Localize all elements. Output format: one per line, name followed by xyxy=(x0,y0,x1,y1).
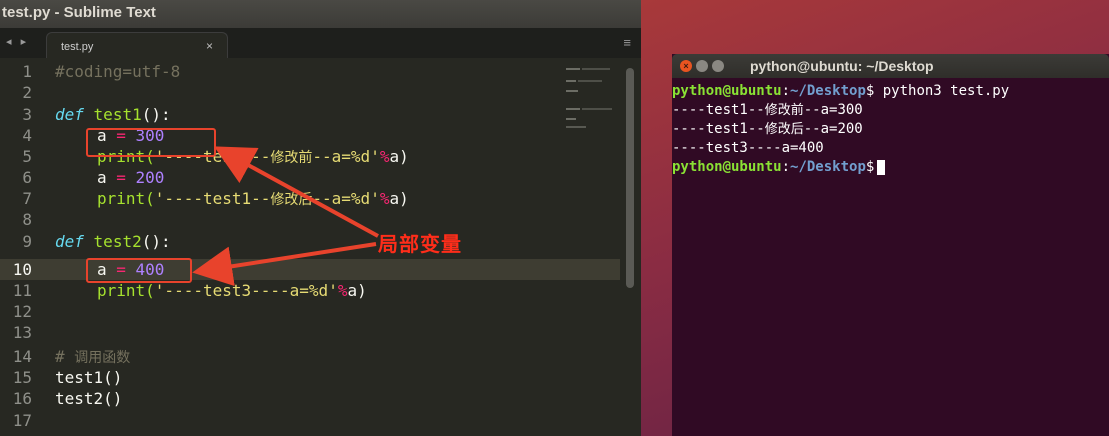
prompt-path: ~/Desktop xyxy=(790,159,866,175)
terminal-title: python@ubuntu: ~/Desktop xyxy=(750,58,934,74)
code-editor[interactable]: 1 2 3 4 5 6 7 8 9 10 11 12 13 14 15 16 1… xyxy=(0,58,641,436)
terminal-line-5: python@ubuntu:~/Desktop$ xyxy=(672,158,886,177)
output-text: 修改前 xyxy=(764,103,804,118)
terminal-window[interactable]: × python@ubuntu: ~/Desktop python@ubuntu… xyxy=(672,54,1109,436)
prompt-user: python@ubuntu xyxy=(672,159,782,175)
minimize-icon[interactable] xyxy=(696,60,708,72)
tab-label: test.py xyxy=(61,41,94,53)
command: $ python3 test.py xyxy=(865,83,1010,99)
output-text: --a=300 xyxy=(803,102,863,118)
terminal-line-1: python@ubuntu:~/Desktop$ python3 test.py xyxy=(672,82,1009,101)
output-text: ----test3----a=400 xyxy=(672,140,824,156)
close-icon[interactable]: × xyxy=(680,60,692,72)
terminal-line-3: ----test1--修改后--a=200 xyxy=(672,120,863,139)
terminal-line-2: ----test1--修改前--a=300 xyxy=(672,101,863,120)
annotation-arrows xyxy=(192,146,379,287)
tab-close-icon[interactable]: × xyxy=(206,39,213,53)
tab-bar: ◂ ▸ test.py × ≡ xyxy=(0,28,641,59)
terminal-line-4: ----test3----a=400 xyxy=(672,139,824,158)
menu-icon[interactable]: ≡ xyxy=(623,35,631,50)
prompt-user: python@ubuntu xyxy=(672,83,782,99)
terminal-titlebar: × python@ubuntu: ~/Desktop xyxy=(672,54,1109,78)
prompt-path: ~/Desktop xyxy=(790,83,866,99)
prompt-sep: : xyxy=(781,83,791,99)
sublime-window: test.py - Sublime Text ◂ ▸ test.py × ≡ 1… xyxy=(0,0,641,436)
terminal-cursor xyxy=(877,159,886,175)
arrow-to-a300 xyxy=(213,146,379,238)
output-text: ----test1-- xyxy=(672,102,765,118)
prompt-symbol: $ xyxy=(865,159,875,175)
tab-nav-arrows-icon[interactable]: ◂ ▸ xyxy=(6,35,29,48)
tab-test-py[interactable]: test.py × xyxy=(46,32,228,59)
arrow-to-a400 xyxy=(192,242,377,287)
sublime-titlebar: test.py - Sublime Text xyxy=(0,0,641,28)
prompt-sep: : xyxy=(781,159,791,175)
maximize-icon[interactable] xyxy=(712,60,724,72)
annotation-label: 局部变量 xyxy=(378,232,462,256)
output-text: 修改后 xyxy=(764,122,804,137)
output-text: ----test1-- xyxy=(672,121,765,137)
output-text: --a=200 xyxy=(803,121,863,137)
window-title: test.py - Sublime Text xyxy=(2,4,156,21)
